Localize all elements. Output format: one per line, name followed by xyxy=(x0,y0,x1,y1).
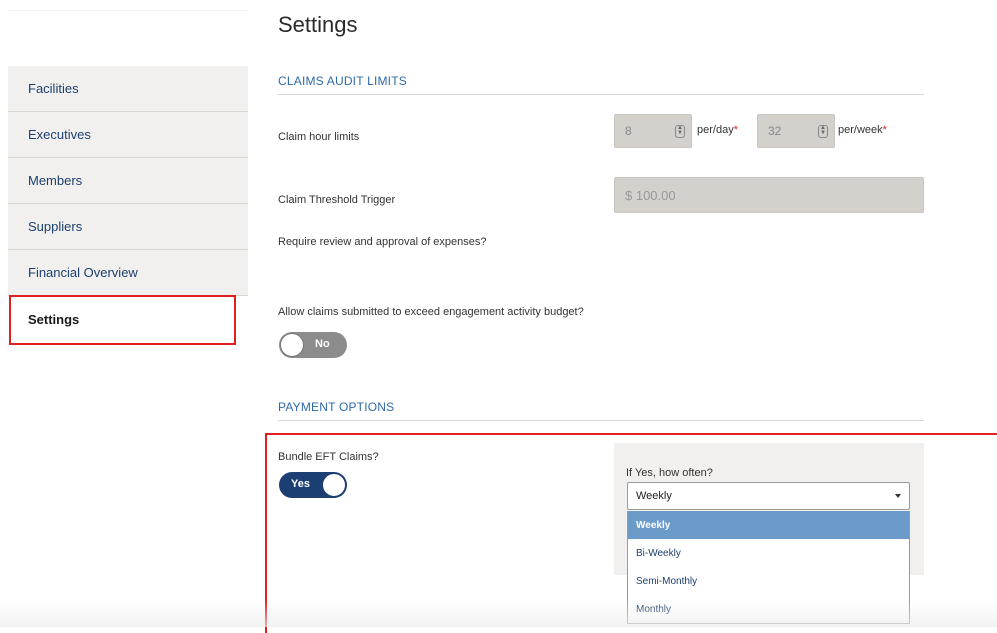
sidebar-top-divider xyxy=(8,10,248,11)
frequency-option-semi-monthly[interactable]: Semi-Monthly xyxy=(628,567,909,595)
sidebar-item-label: Facilities xyxy=(28,81,79,96)
review-approval-label: Require review and approval of expenses? xyxy=(278,236,487,248)
claim-hour-limits-label: Claim hour limits xyxy=(278,131,360,143)
per-week-value: 32 xyxy=(768,124,782,138)
settings-highlight-box xyxy=(9,295,236,345)
frequency-label: If Yes, how often? xyxy=(626,467,713,479)
page-title: Settings xyxy=(278,12,358,37)
toggle-label: Yes xyxy=(291,478,310,490)
sidebar-item-executives[interactable]: Executives xyxy=(8,112,248,158)
frequency-dropdown: Weekly Bi-Weekly Semi-Monthly Monthly xyxy=(627,511,910,624)
sidebar-item-label: Executives xyxy=(28,127,91,142)
caret-down-icon xyxy=(895,494,901,498)
sidebar-item-suppliers[interactable]: Suppliers xyxy=(8,204,248,250)
per-week-unit: per/week* xyxy=(838,124,887,136)
per-day-unit: per/day* xyxy=(697,124,738,136)
sidebar-item-label: Members xyxy=(28,173,83,188)
per-day-value: 8 xyxy=(625,124,632,138)
sidebar-item-members[interactable]: Members xyxy=(8,158,248,204)
sidebar-item-label: Suppliers xyxy=(28,219,83,234)
frequency-selected-value: Weekly xyxy=(636,490,672,502)
claim-threshold-input[interactable]: $ 100.00 xyxy=(614,177,924,213)
stepper-icon[interactable]: ▲ ▼ xyxy=(818,125,828,138)
frequency-option-weekly[interactable]: Weekly xyxy=(628,511,909,539)
required-marker: * xyxy=(882,124,887,136)
exceed-budget-label: Allow claims submitted to exceed engagem… xyxy=(278,306,584,318)
sidebar-item-financial-overview[interactable]: Financial Overview xyxy=(8,250,248,296)
sidebar-item-facilities[interactable]: Facilities xyxy=(8,66,248,112)
per-day-input[interactable]: 8 ▲ ▼ xyxy=(614,114,692,148)
required-marker: * xyxy=(733,124,738,136)
sidebar-item-label: Financial Overview xyxy=(28,265,138,280)
toggle-label: No xyxy=(315,338,330,350)
bundle-eft-toggle[interactable]: Yes xyxy=(279,472,347,498)
per-week-input[interactable]: 32 ▲ ▼ xyxy=(757,114,835,148)
claim-threshold-label: Claim Threshold Trigger xyxy=(278,194,396,206)
frequency-option-bi-weekly[interactable]: Bi-Weekly xyxy=(628,539,909,567)
frequency-option-monthly[interactable]: Monthly xyxy=(628,595,909,623)
toggle-knob xyxy=(280,333,304,357)
per-day-unit-text: per/day xyxy=(697,124,734,136)
stepper-icon[interactable]: ▲ ▼ xyxy=(675,125,685,138)
payment-options-header: PAYMENT OPTIONS xyxy=(278,400,924,421)
exceed-budget-toggle[interactable]: No xyxy=(279,332,347,358)
claims-audit-header: CLAIMS AUDIT LIMITS xyxy=(278,74,924,95)
claim-threshold-value: $ 100.00 xyxy=(625,187,676,203)
per-week-unit-text: per/week xyxy=(838,124,883,136)
bundle-eft-label: Bundle EFT Claims? xyxy=(278,451,379,463)
frequency-select[interactable]: Weekly xyxy=(627,482,910,510)
toggle-knob xyxy=(322,473,346,497)
